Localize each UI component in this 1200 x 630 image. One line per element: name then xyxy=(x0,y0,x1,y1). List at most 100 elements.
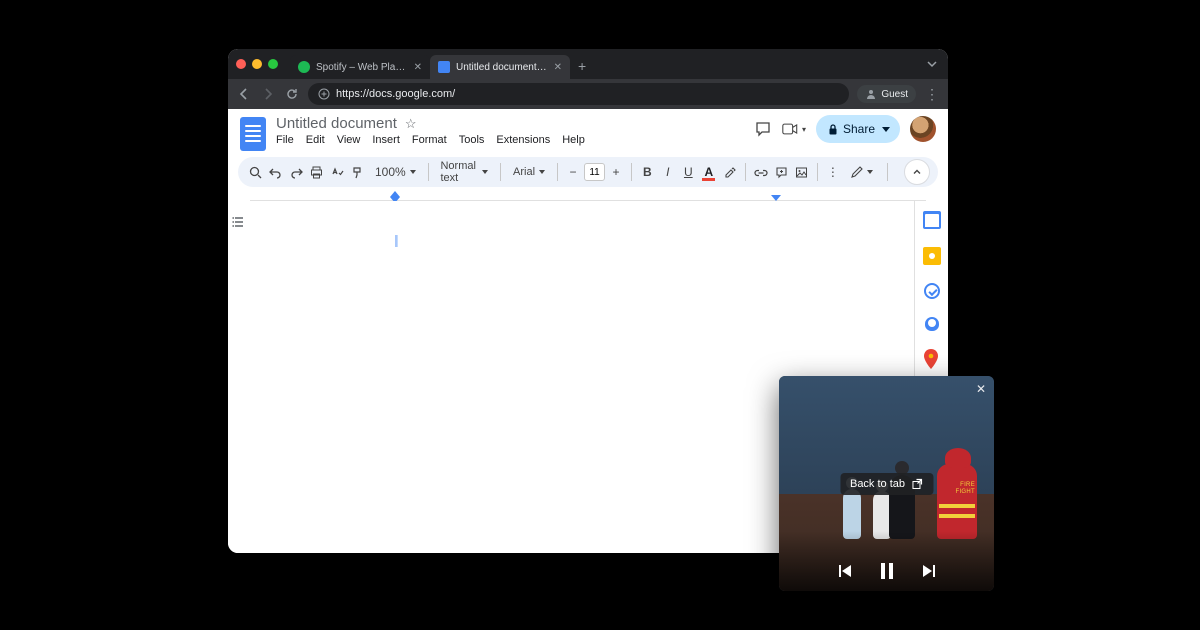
pause-button[interactable] xyxy=(881,563,893,579)
undo-button[interactable] xyxy=(267,160,286,184)
menu-insert[interactable]: Insert xyxy=(372,134,400,146)
profile-guest-chip[interactable]: Guest xyxy=(857,85,916,103)
add-comment-button[interactable] xyxy=(772,160,791,184)
pencil-icon xyxy=(850,166,863,179)
next-track-button[interactable] xyxy=(921,563,937,579)
url-text: https://docs.google.com/ xyxy=(336,88,455,100)
browser-tab-docs[interactable]: Untitled document - Google D ✕ xyxy=(430,55,570,79)
tasks-app-icon[interactable] xyxy=(924,283,940,299)
indent-left-marker-icon[interactable] xyxy=(390,191,400,197)
toolbar-separator xyxy=(817,163,818,181)
guest-label: Guest xyxy=(881,89,908,100)
toolbar-separator xyxy=(557,163,558,181)
text-cursor-icon xyxy=(395,235,397,247)
menu-file[interactable]: File xyxy=(276,134,294,146)
style-value: Normal text xyxy=(440,160,478,184)
italic-button[interactable]: I xyxy=(659,160,678,184)
header-right: ▾ Share xyxy=(754,115,936,143)
tab-label: Spotify – Web Player: Music f xyxy=(316,62,408,73)
menu-format[interactable]: Format xyxy=(412,134,447,146)
zoom-value: 100% xyxy=(375,165,406,179)
underline-button[interactable]: U xyxy=(679,160,698,184)
browser-menu-button[interactable]: ⋮ xyxy=(924,86,940,103)
lock-icon xyxy=(828,124,838,135)
font-size-input[interactable]: 11 xyxy=(584,163,605,181)
menu-bar: File Edit View Insert Format Tools Exten… xyxy=(276,134,744,146)
account-avatar[interactable] xyxy=(910,116,936,142)
toolbar-separator xyxy=(631,163,632,181)
toolbar-separator xyxy=(745,163,746,181)
keep-app-icon[interactable] xyxy=(923,247,941,265)
close-tab-icon[interactable]: ✕ xyxy=(414,62,422,73)
zoom-select[interactable]: 100% xyxy=(369,160,422,184)
more-toolbar-button[interactable]: ⋮ xyxy=(824,160,843,184)
font-size-decrease[interactable]: − xyxy=(564,160,583,184)
browser-tab-spotify[interactable]: Spotify – Web Player: Music f ✕ xyxy=(290,55,430,79)
google-docs-logo-icon[interactable] xyxy=(240,117,266,151)
document-outline-icon[interactable] xyxy=(232,215,246,553)
search-menus-icon[interactable] xyxy=(246,160,265,184)
previous-track-button[interactable] xyxy=(837,563,853,579)
scene-firefighter xyxy=(937,464,977,539)
spotify-favicon-icon xyxy=(298,61,310,73)
nav-forward-button[interactable] xyxy=(260,86,276,102)
paragraph-style-select[interactable]: Normal text xyxy=(434,160,494,184)
pause-icon xyxy=(881,563,893,579)
window-close-button[interactable] xyxy=(236,59,246,69)
pip-close-button[interactable]: ✕ xyxy=(976,382,986,396)
font-value: Arial xyxy=(513,166,535,178)
pip-controls xyxy=(779,563,994,579)
docs-favicon-icon xyxy=(438,61,450,73)
font-size-increase[interactable]: + xyxy=(607,160,626,184)
contacts-app-icon[interactable] xyxy=(925,317,939,331)
site-info-icon[interactable] xyxy=(318,88,330,100)
window-controls xyxy=(236,59,278,69)
comment-history-icon[interactable] xyxy=(754,120,772,138)
left-gutter xyxy=(228,201,250,553)
share-button[interactable]: Share xyxy=(816,115,900,143)
font-size-value: 11 xyxy=(589,167,599,178)
insert-image-button[interactable] xyxy=(792,160,811,184)
paint-format-button[interactable] xyxy=(349,160,368,184)
horizontal-ruler[interactable] xyxy=(250,191,926,201)
meet-call-icon[interactable]: ▾ xyxy=(782,120,806,138)
share-label: Share xyxy=(843,122,875,136)
window-minimize-button[interactable] xyxy=(252,59,262,69)
print-button[interactable] xyxy=(308,160,327,184)
menu-tools[interactable]: Tools xyxy=(459,134,485,146)
toolbar-separator xyxy=(428,163,429,181)
back-to-tab-label: Back to tab xyxy=(850,478,905,490)
star-icon[interactable]: ☆ xyxy=(405,116,417,132)
insert-link-button[interactable] xyxy=(751,160,770,184)
url-input[interactable]: https://docs.google.com/ xyxy=(308,83,849,105)
reload-button[interactable] xyxy=(284,86,300,102)
text-color-button[interactable]: A xyxy=(700,160,719,184)
editing-mode-select[interactable] xyxy=(844,160,879,184)
pip-window[interactable]: ✕ Back to tab xyxy=(779,376,994,591)
maps-app-icon[interactable] xyxy=(923,349,941,367)
highlight-color-button[interactable] xyxy=(720,160,739,184)
title-area: Untitled document ☆ File Edit View Inser… xyxy=(276,115,744,146)
back-to-tab-button[interactable]: Back to tab xyxy=(840,473,933,495)
guest-avatar-icon xyxy=(865,88,877,100)
toolbar-separator xyxy=(500,163,501,181)
toolbar-separator xyxy=(887,163,888,181)
menu-view[interactable]: View xyxy=(337,134,361,146)
font-select[interactable]: Arial xyxy=(507,160,551,184)
caret-down-icon xyxy=(882,127,890,132)
nav-back-button[interactable] xyxy=(236,86,252,102)
calendar-app-icon[interactable] xyxy=(923,211,941,229)
menu-extensions[interactable]: Extensions xyxy=(496,134,550,146)
close-tab-icon[interactable]: ✕ xyxy=(554,62,562,73)
collapse-toolbar-button[interactable] xyxy=(904,159,930,185)
spellcheck-button[interactable] xyxy=(328,160,347,184)
redo-button[interactable] xyxy=(287,160,306,184)
menu-help[interactable]: Help xyxy=(562,134,585,146)
chevron-down-icon[interactable] xyxy=(924,56,940,72)
scene-figure xyxy=(843,489,861,539)
window-maximize-button[interactable] xyxy=(268,59,278,69)
new-tab-button[interactable]: + xyxy=(578,58,586,74)
menu-edit[interactable]: Edit xyxy=(306,134,325,146)
document-title-input[interactable]: Untitled document xyxy=(276,115,397,132)
bold-button[interactable]: B xyxy=(638,160,657,184)
